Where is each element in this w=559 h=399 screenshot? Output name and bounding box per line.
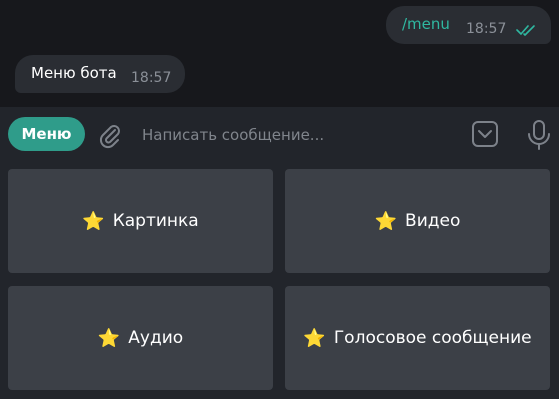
message-time: 18:57: [131, 70, 172, 86]
message-input[interactable]: [140, 119, 464, 151]
keyboard-button-label: Голосовое сообщение: [333, 328, 532, 348]
star-icon: ⭐: [97, 327, 121, 349]
incoming-message[interactable]: Меню бота 18:57: [15, 55, 185, 93]
message-time: 18:57: [466, 21, 507, 37]
keyboard-button-voice-message[interactable]: ⭐ Голосовое сообщение: [285, 286, 550, 390]
message-text: Меню бота: [31, 64, 117, 82]
chat-history: /menu 18:57 Меню бота 18:57: [0, 0, 559, 107]
outgoing-message[interactable]: /menu 18:57: [386, 6, 551, 44]
star-icon: ⭐: [374, 210, 398, 232]
keyboard-button-label: Картинка: [112, 211, 199, 231]
keyboard-button-label: Аудио: [128, 328, 184, 348]
bot-menu-button[interactable]: Меню: [8, 117, 85, 151]
reply-keyboard: ⭐ Картинка ⭐ Видео ⭐ Аудио ⭐ Голосовое с…: [0, 162, 559, 399]
star-icon: ⭐: [303, 327, 326, 349]
microphone-icon[interactable]: [524, 119, 554, 151]
keyboard-button-picture[interactable]: ⭐ Картинка: [8, 169, 273, 273]
message-command-text[interactable]: /menu: [402, 15, 450, 33]
message-composer: Меню: [0, 107, 559, 162]
keyboard-button-audio[interactable]: ⭐ Аудио: [8, 286, 273, 390]
keyboard-button-label: Видео: [405, 211, 461, 231]
double-check-icon: [516, 25, 535, 36]
paperclip-icon[interactable]: [96, 121, 124, 149]
star-icon: ⭐: [82, 210, 105, 232]
keyboard-toggle-icon[interactable]: [471, 120, 499, 148]
keyboard-button-video[interactable]: ⭐ Видео: [285, 169, 550, 273]
